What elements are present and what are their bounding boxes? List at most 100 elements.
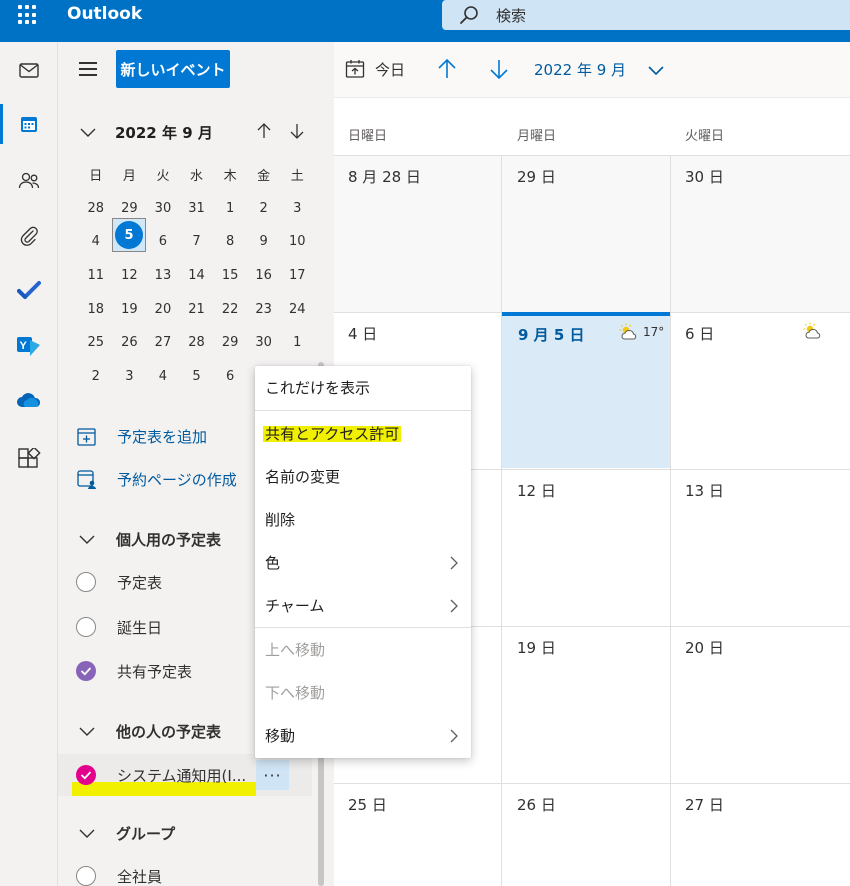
menu-item-sharing-permissions[interactable]: 共有とアクセス許可 — [255, 412, 471, 455]
day-number: 12 日 — [517, 482, 556, 500]
calendar-item-shared[interactable]: 共有予定表 — [76, 659, 192, 683]
more-options-button[interactable]: ··· — [256, 760, 289, 790]
menu-item-charm[interactable]: チャーム — [255, 584, 471, 627]
mini-day[interactable]: 26 — [113, 335, 147, 350]
mini-day[interactable]: 27 — [146, 335, 180, 350]
week-row[interactable] — [334, 783, 850, 886]
mini-day[interactable]: 18 — [79, 302, 113, 317]
next-month-icon[interactable] — [288, 122, 306, 140]
mini-day[interactable]: 30 — [146, 201, 180, 216]
mini-weekday: 水 — [190, 169, 204, 185]
booking-page-link[interactable]: 予約ページの作成 — [76, 468, 237, 490]
calendar-item-all-staff[interactable]: 全社員 — [76, 864, 162, 886]
column-divider — [501, 155, 502, 886]
mini-day[interactable]: 1 — [280, 335, 314, 350]
mini-day[interactable]: 17 — [280, 268, 314, 283]
calendar-checkbox[interactable] — [76, 617, 96, 637]
calendar-checkbox[interactable] — [76, 661, 96, 681]
mini-day[interactable]: 30 — [247, 335, 281, 350]
app-title[interactable]: Outlook — [67, 4, 142, 24]
today-button[interactable]: 今日 — [345, 58, 405, 80]
menu-item-color[interactable]: 色 — [255, 541, 471, 584]
personal-calendars-section[interactable]: 個人用の予定表 — [78, 528, 221, 550]
mini-day[interactable]: 22 — [213, 302, 247, 317]
mini-day[interactable]: 7 — [180, 234, 214, 249]
menu-item-show-only[interactable]: これだけを表示 — [255, 366, 471, 409]
mini-day[interactable]: 11 — [79, 268, 113, 283]
previous-month-icon[interactable] — [255, 122, 273, 140]
mini-day[interactable]: 20 — [146, 302, 180, 317]
todo-icon[interactable] — [0, 270, 58, 310]
hamburger-icon[interactable] — [79, 62, 97, 76]
mini-day[interactable]: 5 — [180, 369, 214, 384]
add-calendar-link[interactable]: 予定表を追加 — [76, 425, 207, 447]
mini-calendar-grid: 日 月 火 水 木 金 土 28 29 30 31 1 2 3 4 6 7 8 9 10 11 12 13 14… — [79, 158, 314, 393]
mini-day[interactable]: 2 — [247, 201, 281, 216]
calendar-item-birthdays[interactable]: 誕生日 — [76, 615, 162, 639]
mini-day[interactable]: 10 — [280, 234, 314, 249]
partly-cloudy-icon — [619, 323, 637, 340]
mini-calendar-title[interactable]: 2022 年 9 月 — [115, 122, 213, 143]
calendar-checkbox[interactable] — [76, 572, 96, 592]
menu-item-delete[interactable]: 削除 — [255, 498, 471, 541]
chevron-down-icon — [79, 535, 95, 544]
mini-day[interactable]: 19 — [113, 302, 147, 317]
mini-day[interactable]: 9 — [247, 234, 281, 249]
mini-day[interactable]: 4 — [146, 369, 180, 384]
day-number: 4 日 — [348, 325, 378, 343]
mini-day[interactable]: 25 — [79, 335, 113, 350]
svg-text:Y: Y — [20, 340, 28, 352]
mini-day[interactable]: 14 — [180, 268, 214, 283]
calendar-item-default[interactable]: 予定表 — [76, 570, 162, 594]
mini-day[interactable]: 16 — [247, 268, 281, 283]
previous-arrow-icon[interactable] — [436, 58, 458, 80]
menu-item-move[interactable]: 移動 — [255, 714, 471, 757]
mini-day[interactable]: 21 — [180, 302, 214, 317]
people-icon[interactable] — [0, 160, 58, 200]
day-number: 25 日 — [348, 796, 387, 814]
yammer-icon[interactable]: Y — [0, 326, 58, 366]
others-calendars-section[interactable]: 他の人の予定表 — [78, 720, 221, 742]
chevron-down-icon[interactable] — [647, 61, 665, 79]
menu-item-rename[interactable]: 名前の変更 — [255, 455, 471, 498]
mini-day[interactable]: 1 — [213, 201, 247, 216]
mini-day[interactable]: 6 — [146, 234, 180, 249]
mini-day[interactable]: 29 — [213, 335, 247, 350]
chevron-down-icon[interactable] — [79, 123, 97, 141]
calendar-today-icon — [345, 60, 365, 78]
new-event-button[interactable]: 新しいイベント — [116, 50, 230, 88]
mini-day[interactable]: 23 — [247, 302, 281, 317]
mini-calendar-today[interactable]: 5 — [115, 221, 143, 249]
mini-weekday-row: 日 月 火 水 木 金 土 — [79, 158, 314, 192]
calendar-item-system-notice[interactable]: システム通知用(I... — [76, 763, 246, 787]
mini-day[interactable]: 3 — [280, 201, 314, 216]
onedrive-icon[interactable] — [0, 380, 58, 420]
next-arrow-icon[interactable] — [488, 58, 510, 80]
mini-day[interactable]: 2 — [79, 369, 113, 384]
mini-day[interactable]: 29 — [113, 201, 147, 216]
mini-day[interactable]: 4 — [79, 234, 113, 249]
mini-day[interactable]: 6 — [213, 369, 247, 384]
mini-day[interactable]: 28 — [180, 335, 214, 350]
search-box[interactable]: 検索 — [442, 0, 850, 30]
mini-day[interactable]: 8 — [213, 234, 247, 249]
mini-day[interactable]: 13 — [146, 268, 180, 283]
calendar-checkbox[interactable] — [76, 866, 96, 886]
calendar-item-label: システム通知用(I... — [117, 766, 247, 785]
group-calendars-section[interactable]: グループ — [78, 822, 175, 844]
mini-week-row: 25 26 27 28 29 30 1 — [79, 326, 314, 360]
current-month-label[interactable]: 2022 年 9 月 — [534, 59, 626, 80]
calendar-checkbox[interactable] — [76, 765, 96, 785]
mini-day[interactable]: 12 — [113, 268, 147, 283]
mail-icon[interactable] — [0, 50, 58, 90]
mini-day[interactable]: 24 — [280, 302, 314, 317]
attach-icon[interactable] — [0, 216, 58, 256]
calendar-context-menu: これだけを表示 共有とアクセス許可 名前の変更 削除 色 チャーム 上へ移動 下… — [255, 366, 471, 758]
mini-day[interactable]: 28 — [79, 201, 113, 216]
app-launcher-icon[interactable] — [18, 5, 38, 25]
mini-day[interactable]: 31 — [180, 201, 214, 216]
calendar-icon[interactable] — [0, 104, 58, 144]
mini-day[interactable]: 3 — [113, 369, 147, 384]
mini-day[interactable]: 15 — [213, 268, 247, 283]
apps-icon[interactable] — [0, 440, 58, 480]
